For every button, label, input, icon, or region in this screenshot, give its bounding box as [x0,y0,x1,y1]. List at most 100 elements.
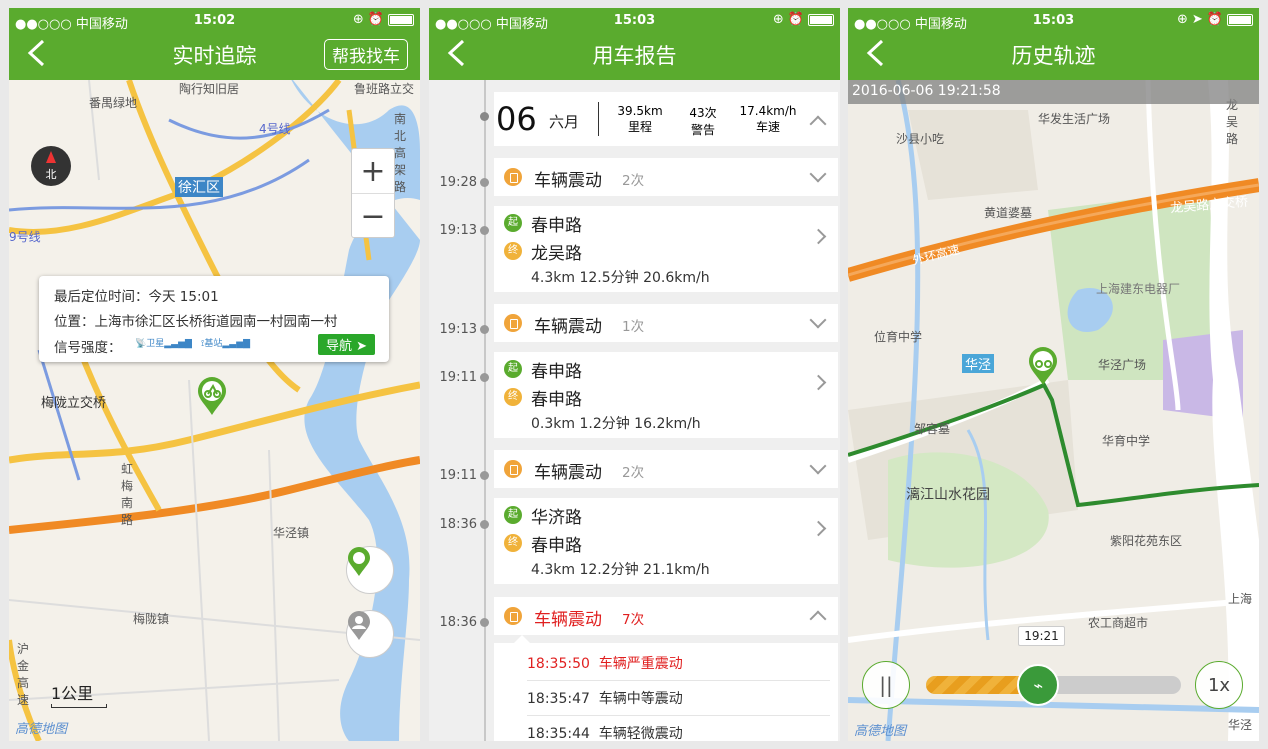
pause-button[interactable]: || [862,661,910,709]
vibration-label: 车辆震动 [534,610,602,630]
tracking-screen: 番禺绿地 陶行知旧居 鲁班路立交 徐汇区 4号线 9号线 梅陇立交桥 华泾镇 梅… [9,8,420,741]
vibration-icon [504,460,522,478]
map-label: 梅陇立交桥 [41,396,107,411]
chevron-right-icon [810,228,827,245]
header-bar: ●●○○○ 中国移动 15:02 ⊕ ⏰ 实时追踪 帮我找车 [9,8,420,80]
collapse-chevron-icon[interactable] [809,610,827,628]
location-popup: 最后定位时间：今天 15:01 位置：上海市徐汇区长桥街道园南一村园南一村 信号… [39,276,389,362]
map-label: 番禺绿地 [89,96,138,110]
vibration-icon [504,607,522,625]
details-arrow [514,635,530,643]
map-label: 位育中学 [874,330,923,344]
trip-end: 春申路 [531,390,582,410]
playback-handle-scooter-icon[interactable]: ⌁ [1017,664,1060,706]
row-time: 18:36 [439,517,477,532]
vibration-label: 车辆震动 [534,317,602,337]
report-list[interactable]: 06 六月 39.5km 里程 43次 警告 17.4km/h 车速 19:28 车辆… [429,80,840,741]
page-title: 用车报告 [592,44,677,68]
expand-chevron-icon[interactable] [809,311,827,329]
distance-label: 里程 [627,120,652,134]
end-badge-icon: 终 [504,388,522,406]
map-label: 黄道婆墓 [984,206,1033,220]
trip-start: 春申路 [531,362,582,382]
speed-stat: 17.4km/h 车速 [734,104,802,135]
collapse-chevron-icon[interactable] [809,115,827,133]
metro-label: 4号线 [259,122,291,136]
map-label: 华育中学 [1102,434,1151,448]
status-bar: ●●○○○ 中国移动 15:03 ⊕ ⏰ [429,11,840,32]
vibration-row[interactable]: 车辆震动 1次 [494,304,838,342]
alerts-stat: 43次 警告 [680,104,726,138]
trip-start: 华济路 [531,508,582,528]
daily-summary-card[interactable]: 06 六月 39.5km 里程 43次 警告 17.4km/h 车速 [494,92,838,146]
distance-value: 39.5km [617,104,663,118]
user-pin-icon [348,611,370,640]
chevron-right-icon [810,374,827,391]
vibration-count: 1次 [622,319,645,335]
map-view[interactable]: 番禺绿地 陶行知旧居 鲁班路立交 徐汇区 4号线 9号线 梅陇立交桥 华泾镇 梅… [9,80,420,741]
compass-icon[interactable]: 北 [31,146,71,186]
detail-label: 车辆轻微震动 [598,726,683,741]
map-label: 沙县小吃 [896,132,945,146]
row-time: 18:36 [439,615,477,630]
map-label: 沪金高速 [17,642,30,707]
detail-item: 18:35:44 车辆轻微震动 [527,723,683,741]
map-scale: 1公里 [51,684,94,703]
end-badge-icon: 终 [504,534,522,552]
vibration-details: 18:35:50 车辆严重震动 18:35:47 车辆中等震动 18:35:44… [494,635,838,741]
vehicle-location-pin-icon[interactable] [197,376,227,416]
trip-row[interactable]: 起 春申路 终 龙吴路 4.3km 12.5分钟 20.6km/h [494,206,838,292]
find-my-car-button[interactable]: 帮我找车 [324,39,408,70]
map-label: 华泾 [962,354,995,373]
timeline-dot [480,226,489,235]
trip-start: 春申路 [531,216,582,236]
map-label: 紫阳花苑东区 [1110,534,1183,548]
distance-stat: 39.5km 里程 [612,104,668,135]
vibration-row-expanded[interactable]: 车辆震动 7次 [494,597,838,635]
locate-vehicle-button[interactable] [346,546,394,594]
location-arrow-icon: ➤ [1191,12,1203,27]
trip-stats: 4.3km 12.5分钟 20.6km/h [531,270,710,286]
alerts-value: 43次 [689,106,717,120]
status-bar: ●●○○○ 中国移动 15:02 ⊕ ⏰ [9,11,420,32]
pause-icon: || [879,673,893,697]
zoom-out-button[interactable]: − [352,194,394,239]
lock-rotation-icon: ⊕ [772,12,784,27]
trip-row[interactable]: 起 春申路 终 春申路 0.3km 1.2分钟 16.2km/h [494,352,838,438]
vibration-label: 车辆震动 [534,171,602,191]
detail-time: 18:35:50 [527,656,590,672]
vibration-count: 7次 [622,612,645,628]
battery-icon [808,13,834,26]
expand-chevron-icon[interactable] [809,457,827,475]
row-time: 19:11 [439,468,477,483]
vibration-row[interactable]: 车辆震动 2次 [494,450,838,488]
map-provider-logo: 高德地图 [15,722,68,737]
alarm-icon: ⏰ [787,12,804,27]
usage-report-screen: 06 六月 39.5km 里程 43次 警告 17.4km/h 车速 19:28 车辆… [429,8,840,741]
map-view[interactable]: 沙县小吃 华发生活广场 龙吴路 黄道婆墓 外环高速 龙吴路立交桥 上海建东电器厂… [848,80,1259,741]
vibration-count: 2次 [622,465,645,481]
map-label: 华发生活广场 [1038,112,1111,126]
playback-speed-button[interactable]: 1x [1195,661,1243,709]
navigate-button[interactable]: 导航 ➤ [317,334,375,355]
trip-row[interactable]: 起 华济路 终 春申路 4.3km 12.2分钟 21.1km/h [494,498,838,584]
district-label: 徐汇区 [175,177,223,197]
map-label: 梅陇镇 [133,612,170,626]
scale-bar [51,704,107,708]
start-badge-icon: 起 [504,214,522,232]
vibration-icon [504,314,522,332]
compass-label: 北 [45,168,57,181]
map-label: 邹容墓 [914,422,951,436]
vehicle-pin-icon [348,547,370,576]
map-label: 华泾广场 [1098,358,1147,372]
zoom-in-button[interactable]: + [352,149,394,194]
vibration-icon [504,168,522,186]
expand-chevron-icon[interactable] [809,165,827,183]
vibration-row[interactable]: 车辆震动 2次 [494,158,838,196]
header-bar: ●●○○○ 中国移动 15:03 ⊕ ➤ ⏰ 历史轨迹 [848,8,1259,80]
locate-user-button[interactable] [346,610,394,658]
vibration-count: 2次 [622,173,645,189]
timeline-dot [480,520,489,529]
map-label: 虹梅南路 [121,462,134,527]
trip-end: 春申路 [531,536,582,556]
